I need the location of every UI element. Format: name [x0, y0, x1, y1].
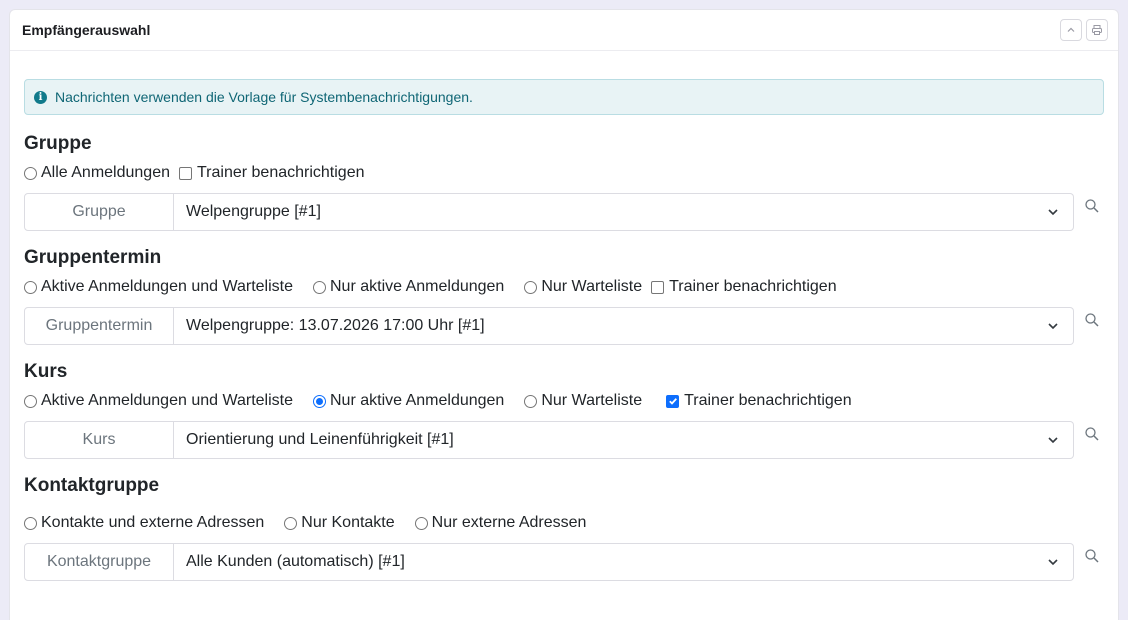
- kontaktgruppe-selected-value: Alle Kunden (automatisch) [#1]: [186, 553, 405, 570]
- checkbox-control[interactable]: [178, 166, 192, 180]
- kurs-input-group: Kurs Orientierung und Leinenführigkeit […: [24, 421, 1075, 459]
- gruppentermin-options: Aktive Anmeldungen und Warteliste Nur ak…: [24, 275, 1104, 299]
- gruppe-addon-label: Gruppe: [24, 193, 174, 231]
- section-title-kurs: Kurs: [24, 361, 68, 382]
- gruppe-select-row: Gruppe Welpengruppe [#1]: [24, 193, 1104, 231]
- kontaktgruppe-radio-both[interactable]: Kontakte und externe Adressen: [24, 514, 264, 532]
- gruppentermin-radio-active-wait[interactable]: Aktive Anmeldungen und Warteliste: [24, 278, 293, 296]
- kurs-search-button[interactable]: [1080, 422, 1104, 446]
- search-icon: [1085, 549, 1099, 563]
- chevron-down-icon: [1048, 437, 1058, 444]
- gruppentermin-select[interactable]: Welpengruppe: 13.07.2026 17:00 Uhr [#1]: [174, 307, 1075, 345]
- kontaktgruppe-radio-external[interactable]: Nur externe Adressen: [414, 514, 586, 532]
- gruppe-input-group: Gruppe Welpengruppe [#1]: [24, 193, 1075, 231]
- gruppe-search-button[interactable]: [1080, 194, 1104, 218]
- radio-control[interactable]: [524, 394, 538, 408]
- kontaktgruppe-radio-contacts[interactable]: Nur Kontakte: [284, 514, 395, 532]
- kurs-check-trainer[interactable]: Trainer benachrichtigen: [666, 392, 852, 410]
- radio-control[interactable]: [524, 280, 538, 294]
- radio-control[interactable]: [284, 516, 298, 530]
- checkbox-control[interactable]: [651, 280, 665, 294]
- header-tools: [1060, 19, 1108, 41]
- gruppentermin-select-row: Gruppentermin Welpengruppe: 13.07.2026 1…: [24, 307, 1104, 345]
- kontaktgruppe-search-button[interactable]: [1080, 544, 1104, 568]
- radio-control[interactable]: [24, 394, 37, 408]
- chevron-down-icon: [1048, 323, 1058, 330]
- kontaktgruppe-options: Kontakte und externe Adressen Nur Kontak…: [24, 511, 1104, 535]
- checkbox-control-checked[interactable]: [666, 394, 680, 408]
- kontaktgruppe-addon-label: Kontaktgruppe: [24, 543, 174, 581]
- gruppentermin-radio-wait[interactable]: Nur Warteliste: [524, 278, 642, 296]
- gruppe-selected-value: Welpengruppe [#1]: [186, 203, 321, 220]
- chevron-up-icon: [1067, 27, 1075, 32]
- radio-control[interactable]: [24, 516, 37, 530]
- section-title-kontaktgruppe: Kontaktgruppe: [24, 475, 160, 496]
- radio-control[interactable]: [313, 280, 326, 294]
- kontaktgruppe-input-group: Kontaktgruppe Alle Kunden (automatisch) …: [24, 543, 1075, 581]
- printer-icon: [1092, 25, 1102, 35]
- chevron-down-icon: [1048, 559, 1058, 566]
- gruppe-options: Alle Anmeldungen Trainer benachrichtigen: [24, 161, 1104, 185]
- panel-header: Empfängerauswahl: [10, 10, 1118, 51]
- info-alert: i Nachrichten verwenden die Vorlage für …: [24, 79, 1104, 115]
- kurs-radio-active[interactable]: Nur aktive Anmeldungen: [313, 392, 504, 410]
- alert-text: Nachrichten verwenden die Vorlage für Sy…: [55, 89, 473, 105]
- chevron-down-icon: [1048, 209, 1058, 216]
- section-title-gruppe: Gruppe: [24, 133, 92, 154]
- radio-control[interactable]: [24, 280, 37, 294]
- gruppentermin-search-button[interactable]: [1080, 308, 1104, 332]
- gruppe-select[interactable]: Welpengruppe [#1]: [174, 193, 1075, 231]
- search-icon: [1085, 199, 1099, 213]
- radio-control[interactable]: [414, 516, 428, 530]
- radio-control-checked[interactable]: [313, 394, 326, 408]
- print-button[interactable]: [1086, 19, 1108, 41]
- kurs-radio-wait[interactable]: Nur Warteliste: [524, 392, 642, 410]
- kurs-select[interactable]: Orientierung und Leinenführigkeit [#1]: [174, 421, 1075, 459]
- kurs-selected-value: Orientierung und Leinenführigkeit [#1]: [186, 431, 454, 448]
- search-icon: [1085, 313, 1099, 327]
- section-title-gruppentermin: Gruppentermin: [24, 247, 162, 268]
- gruppentermin-selected-value: Welpengruppe: 13.07.2026 17:00 Uhr [#1]: [186, 317, 485, 334]
- kurs-options: Aktive Anmeldungen und Warteliste Nur ak…: [24, 389, 1104, 413]
- gruppentermin-addon-label: Gruppentermin: [24, 307, 174, 345]
- kurs-select-row: Kurs Orientierung und Leinenführigkeit […: [24, 421, 1104, 459]
- gruppentermin-check-trainer[interactable]: Trainer benachrichtigen: [651, 278, 837, 296]
- gruppe-radio-all[interactable]: Alle Anmeldungen: [24, 164, 170, 182]
- checkmark-icon: [668, 398, 677, 405]
- panel-title: Empfängerauswahl: [22, 22, 151, 38]
- search-icon: [1085, 427, 1099, 441]
- kontaktgruppe-select[interactable]: Alle Kunden (automatisch) [#1]: [174, 543, 1075, 581]
- gruppentermin-radio-active[interactable]: Nur aktive Anmeldungen: [313, 278, 504, 296]
- kurs-addon-label: Kurs: [24, 421, 174, 459]
- radio-control[interactable]: [24, 166, 37, 180]
- gruppe-check-trainer[interactable]: Trainer benachrichtigen: [178, 164, 364, 182]
- recipient-panel: Empfängerauswahl i Nachrichten verwenden…: [9, 9, 1119, 620]
- kontaktgruppe-select-row: Kontaktgruppe Alle Kunden (automatisch) …: [24, 543, 1104, 581]
- kurs-radio-active-wait[interactable]: Aktive Anmeldungen und Warteliste: [24, 392, 293, 410]
- gruppentermin-input-group: Gruppentermin Welpengruppe: 13.07.2026 1…: [24, 307, 1075, 345]
- panel-content: i Nachrichten verwenden die Vorlage für …: [10, 51, 1118, 581]
- collapse-button[interactable]: [1060, 19, 1082, 41]
- info-icon: i: [34, 90, 47, 104]
